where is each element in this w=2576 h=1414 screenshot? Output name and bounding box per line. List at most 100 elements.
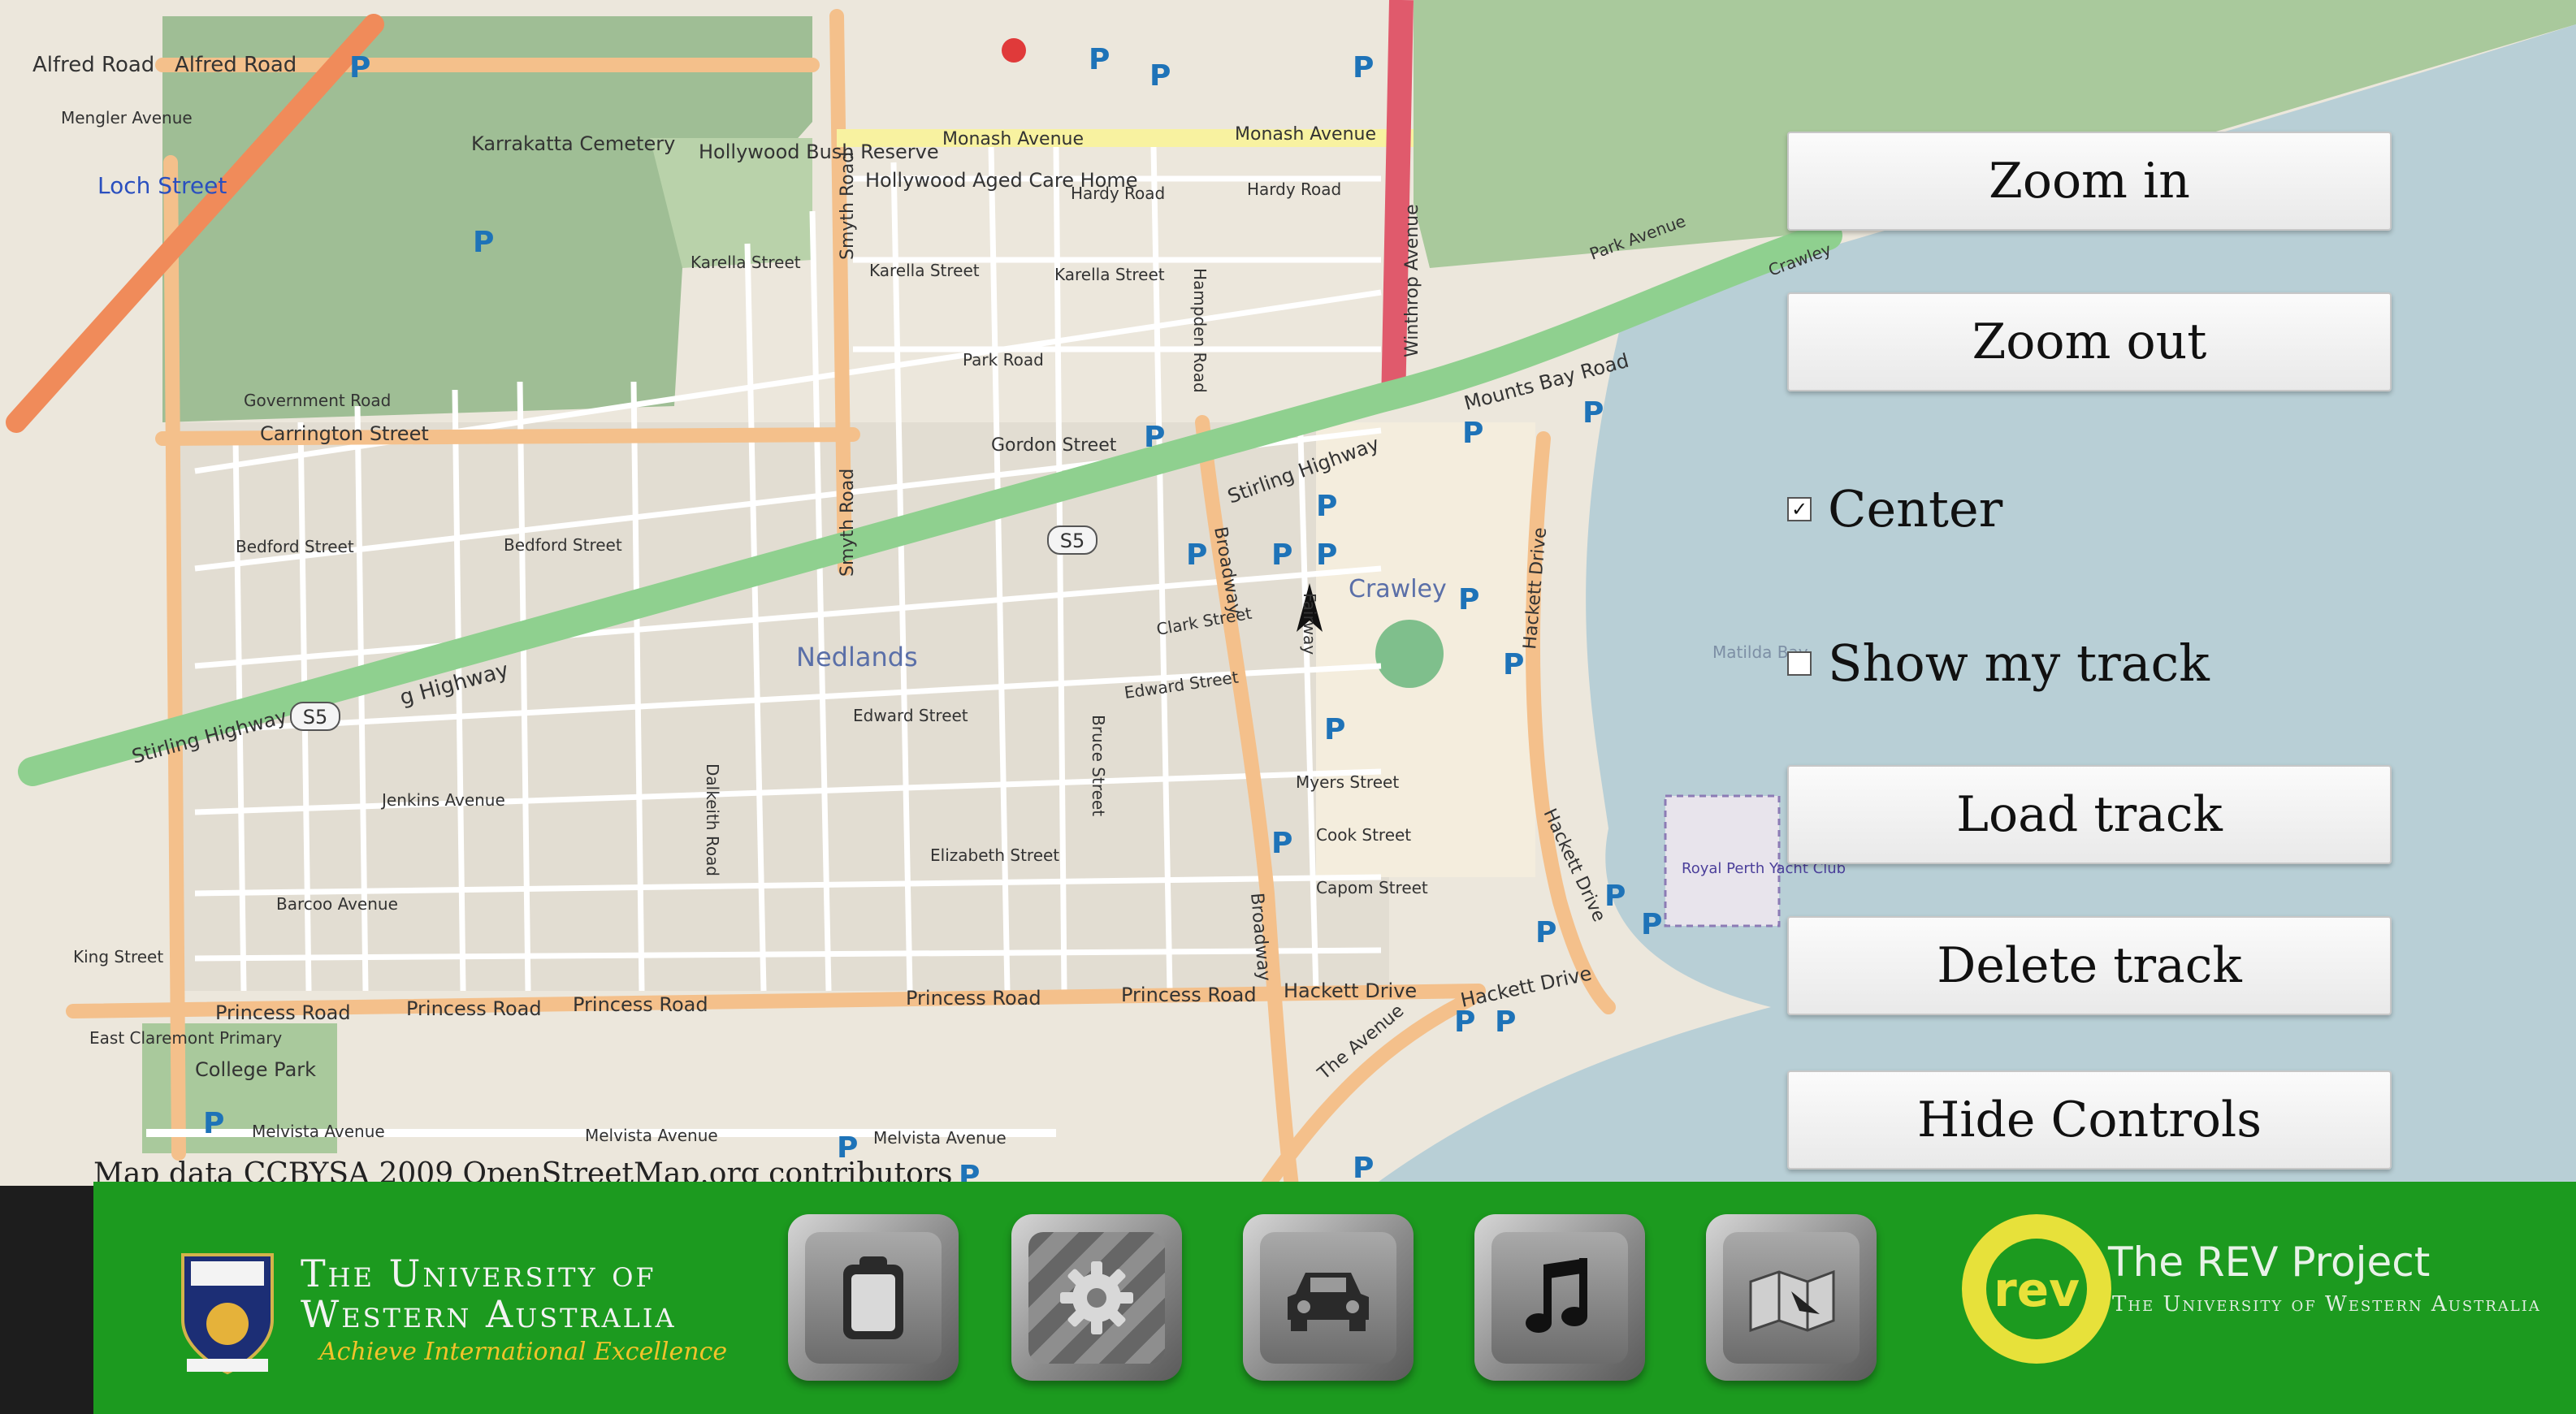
show-track-option[interactable]: Show my track <box>1787 633 2210 693</box>
parking-icon: P <box>1316 490 1337 523</box>
map-label: Dalkeith Road <box>703 763 722 876</box>
map-label: Mengler Avenue <box>61 108 193 128</box>
show-track-checkbox[interactable] <box>1787 651 1812 676</box>
parking-icon: P <box>1149 59 1171 93</box>
map-label: Carrington Street <box>260 422 429 445</box>
map-label: Hackett Drive <box>1284 979 1417 1002</box>
center-checkbox[interactable]: ✓ <box>1787 496 1812 521</box>
load-track-button[interactable]: Load track <box>1787 765 2392 864</box>
parking-icon: P <box>1089 43 1110 76</box>
map-label: Karrakatta Cemetery <box>471 132 675 155</box>
uwa-crest-icon <box>181 1253 274 1375</box>
vehicle-app-button[interactable] <box>1243 1214 1414 1381</box>
map-label: Monash Avenue <box>1235 124 1376 145</box>
map-label: Elizabeth Street <box>930 845 1059 865</box>
map-label: Princess Road <box>215 1001 351 1024</box>
clipboard-app-button[interactable] <box>788 1214 959 1381</box>
show-track-label: Show my track <box>1828 633 2210 693</box>
parking-icon: P <box>1316 538 1337 572</box>
parking-icon: P <box>1144 421 1165 454</box>
map-label: Bruce Street <box>1089 715 1108 816</box>
rev-project-subtitle: The University of Western Australia <box>2112 1292 2541 1317</box>
map-label: Melvista Avenue <box>252 1122 385 1141</box>
map-label: Edward Street <box>853 706 968 725</box>
map-label: Alfred Road <box>32 53 154 77</box>
map-label: Park Road <box>963 350 1044 370</box>
map-label: Winthrop Avenue <box>1402 204 1422 357</box>
music-app-button[interactable] <box>1474 1214 1645 1381</box>
rev-logo-text: rev <box>1994 1262 2080 1317</box>
center-label: Center <box>1828 479 2003 538</box>
map-label: Bedford Street <box>236 537 354 556</box>
map-label: Karella Street <box>691 253 801 272</box>
parking-icon: P <box>1641 908 1662 941</box>
map-label: Smyth Road <box>838 152 858 260</box>
clipboard-icon <box>843 1256 903 1339</box>
parking-icon: P <box>1535 916 1556 949</box>
map-label: Hardy Road <box>1071 184 1165 203</box>
delete-track-button[interactable]: Delete track <box>1787 916 2392 1015</box>
map-label: Alfred Road <box>175 53 297 77</box>
university-name: The University of Western Australia <box>301 1253 677 1334</box>
map-label: Hardy Road <box>1247 179 1341 199</box>
map-label: Princess Road <box>1121 984 1257 1006</box>
map-label: Hollywood Bush Reserve <box>699 141 939 163</box>
map-icon <box>1749 1269 1835 1332</box>
map-label: Cook Street <box>1316 825 1411 845</box>
map-label: Government Road <box>244 391 391 410</box>
route-shield-label: S5 <box>1060 530 1085 552</box>
parking-icon: P <box>1271 538 1292 572</box>
parking-icon: P <box>1353 51 1374 84</box>
map-label: Monash Avenue <box>942 129 1084 149</box>
map-label: Barcoo Avenue <box>276 894 398 914</box>
map-label: Fairway <box>1300 593 1319 655</box>
map-label: Myers Street <box>1296 772 1399 792</box>
settings-app-button[interactable] <box>1011 1214 1182 1381</box>
map-label: Karella Street <box>869 261 980 280</box>
hide-controls-button[interactable]: Hide Controls <box>1787 1070 2392 1170</box>
parking-icon: P <box>1582 396 1604 430</box>
map-label: Melvista Avenue <box>585 1126 718 1145</box>
map-label: Princess Road <box>406 997 542 1020</box>
parking-icon: P <box>1271 827 1292 860</box>
map-label: Melvista Avenue <box>873 1128 1007 1148</box>
map-label: Hampden Road <box>1190 268 1210 393</box>
hospital-icon <box>1002 38 1026 63</box>
bottom-bar: The University of Western Australia Achi… <box>93 1182 2576 1414</box>
svg-text:S5: S5 <box>303 706 328 729</box>
gear-icon <box>1060 1260 1133 1334</box>
map-label: Princess Road <box>573 993 708 1016</box>
parking-icon: P <box>1503 648 1524 681</box>
map-label: Bedford Street <box>504 535 622 555</box>
university-name-line2: Western Australia <box>301 1292 677 1336</box>
map-label: Jenkins Avenue <box>380 790 505 810</box>
parking-icon: P <box>473 226 494 259</box>
map-label: Crawley <box>1349 575 1447 603</box>
map-label: College Park <box>195 1058 316 1081</box>
university-name-line1: The University of <box>301 1252 656 1295</box>
loch-street <box>163 155 186 1161</box>
parking-icon: P <box>1458 583 1479 616</box>
map-label: Gordon Street <box>991 435 1117 456</box>
zoom-out-button[interactable]: Zoom out <box>1787 292 2392 391</box>
parking-icon: P <box>1604 880 1626 913</box>
zoom-in-button[interactable]: Zoom in <box>1787 132 2392 231</box>
music-note-icon <box>1526 1257 1587 1333</box>
map-label: Capom Street <box>1316 878 1428 897</box>
map-label: Nedlands <box>796 642 918 672</box>
center-option[interactable]: ✓ Center <box>1787 479 2002 538</box>
parking-icon: P <box>1353 1152 1374 1185</box>
map-label: Smyth Road <box>838 469 858 577</box>
rev-project-title: The REV Project <box>2108 1239 2431 1286</box>
map-label: Loch Street <box>97 172 227 199</box>
parking-icon: P <box>1186 538 1207 572</box>
map-label: Karella Street <box>1054 265 1165 284</box>
university-motto: Achieve International Excellence <box>319 1338 728 1366</box>
parking-icon: P <box>1495 1005 1516 1039</box>
map-label: East Claremont Primary <box>89 1028 282 1048</box>
parking-icon: P <box>203 1107 224 1140</box>
map-label: King Street <box>73 947 163 966</box>
app-screen: P P P P P P P P P P P P P P P P P P P P … <box>0 0 2576 1414</box>
rev-logo-icon: rev <box>1962 1214 2111 1364</box>
map-app-button[interactable] <box>1706 1214 1877 1381</box>
